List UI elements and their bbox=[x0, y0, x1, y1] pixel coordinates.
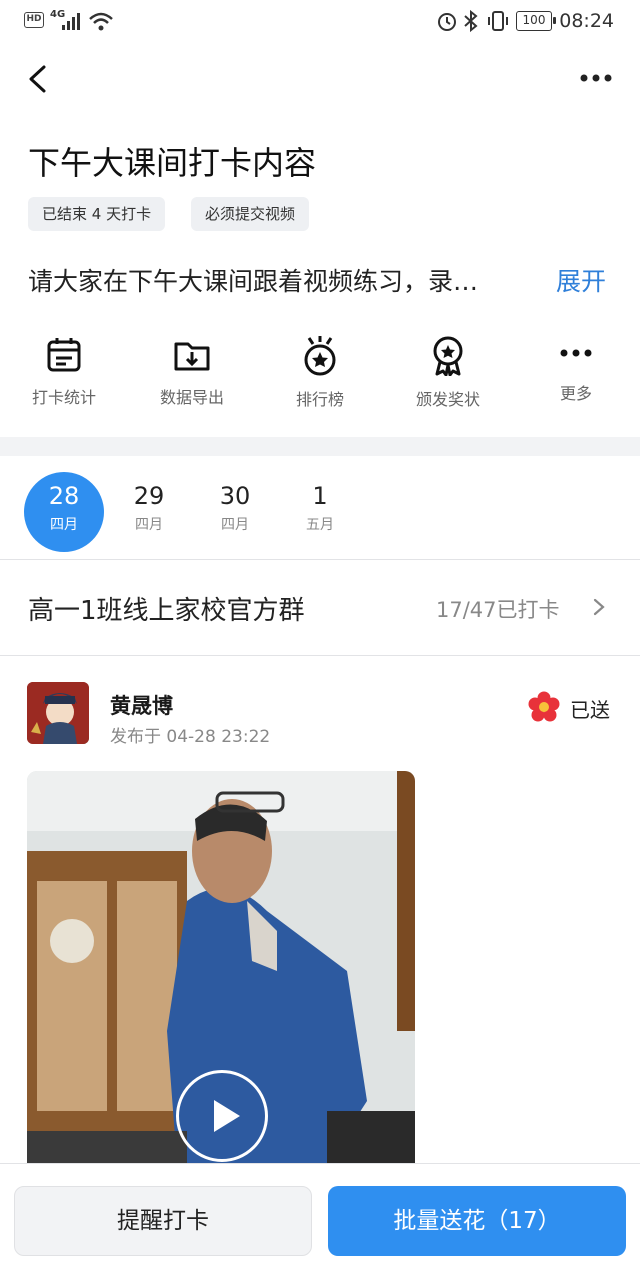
hd-indicator: HD bbox=[24, 12, 44, 28]
medal-star-icon bbox=[304, 336, 336, 376]
action-checkin-stats[interactable]: 打卡统计 bbox=[14, 336, 114, 408]
divider bbox=[0, 655, 640, 656]
status-tag: 已结束 4 天打卡 bbox=[28, 197, 166, 231]
date-month: 五月 bbox=[306, 517, 334, 533]
avatar[interactable] bbox=[27, 682, 89, 744]
flower-icon[interactable] bbox=[528, 691, 560, 723]
vibrate-icon bbox=[488, 11, 508, 31]
date-day: 1 bbox=[312, 482, 328, 510]
date-item-selected[interactable]: 28 四月 bbox=[24, 472, 104, 552]
calendar-stats-icon bbox=[47, 338, 81, 372]
date-day: 29 bbox=[133, 482, 165, 510]
clock: 08:24 bbox=[559, 10, 614, 32]
play-button-icon[interactable] bbox=[176, 1070, 268, 1162]
action-label: 更多 bbox=[559, 384, 592, 403]
date-day: 30 bbox=[219, 482, 251, 510]
action-issue-certificate[interactable]: 颁发奖状 bbox=[398, 336, 498, 410]
page-title: 下午大课间打卡内容 bbox=[28, 144, 317, 182]
date-item[interactable]: 1 五月 bbox=[280, 472, 360, 552]
action-label: 数据导出 bbox=[159, 388, 224, 407]
expand-link[interactable]: 展开 bbox=[556, 262, 606, 298]
remind-checkin-button[interactable]: 提醒打卡 bbox=[14, 1186, 312, 1256]
action-label: 排行榜 bbox=[295, 390, 344, 409]
post-time: 发布于 04-28 23:22 bbox=[110, 727, 271, 747]
action-leaderboard[interactable]: 排行榜 bbox=[270, 336, 370, 410]
date-month: 四月 bbox=[221, 517, 249, 533]
batch-send-flowers-button[interactable]: 批量送花（17） bbox=[328, 1186, 626, 1256]
action-label: 颁发奖状 bbox=[415, 390, 480, 409]
action-data-export[interactable]: 数据导出 bbox=[142, 336, 242, 408]
more-options-icon[interactable] bbox=[578, 70, 614, 86]
author-name[interactable]: 黄晟博 bbox=[110, 690, 173, 720]
back-chevron-left-icon[interactable] bbox=[26, 64, 48, 94]
status-bar: HD 4G 100 08:24 bbox=[0, 0, 640, 44]
action-more[interactable]: 更多 bbox=[526, 336, 626, 404]
avatar-image bbox=[27, 682, 89, 744]
section-divider bbox=[0, 437, 640, 456]
date-item[interactable]: 29 四月 bbox=[109, 472, 189, 552]
wifi-icon bbox=[89, 12, 113, 31]
action-label: 打卡统计 bbox=[31, 388, 96, 407]
battery-indicator: 100 bbox=[516, 11, 556, 31]
folder-download-icon bbox=[174, 342, 210, 371]
chevron-right-icon bbox=[593, 598, 605, 616]
date-item[interactable]: 30 四月 bbox=[195, 472, 275, 552]
date-day: 28 bbox=[48, 482, 80, 510]
more-horizontal-icon bbox=[560, 349, 592, 357]
group-name: 高一1班线上家校官方群 bbox=[28, 596, 305, 626]
alarm-icon bbox=[438, 13, 456, 31]
bluetooth-icon bbox=[464, 9, 478, 33]
date-month: 四月 bbox=[135, 517, 163, 533]
requirement-tag: 必须提交视频 bbox=[191, 197, 310, 231]
checkin-count: 17/47已打卡 bbox=[436, 598, 560, 622]
award-ribbon-icon bbox=[433, 336, 463, 376]
task-description: 请大家在下午大课间跟着视频练习，录… bbox=[28, 267, 479, 296]
signal-icon bbox=[62, 13, 80, 30]
flower-status: 已送 bbox=[570, 698, 610, 722]
date-month: 四月 bbox=[50, 517, 78, 533]
